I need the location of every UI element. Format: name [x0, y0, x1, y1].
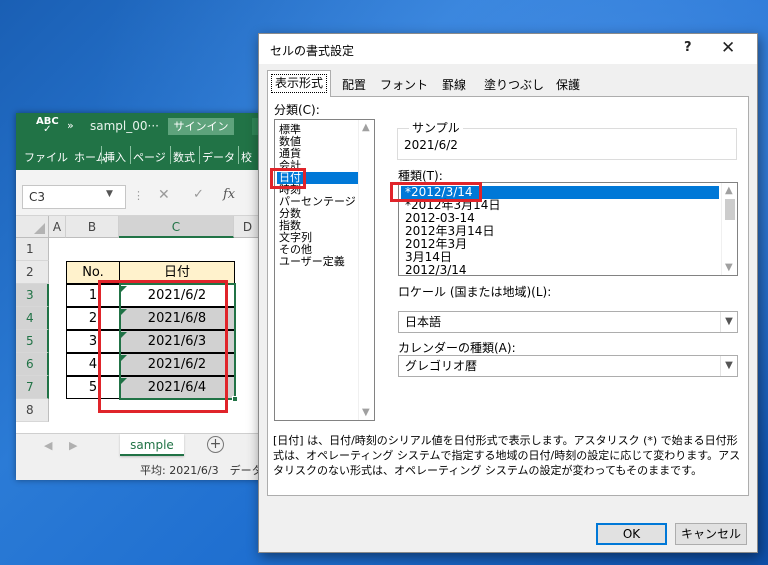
formula-bar-area: C3 ▼ ⋮ ✕ ✓ fx	[16, 170, 284, 216]
ribbon-divider	[199, 146, 200, 164]
locale-label: ロケール (国または地域)(L):	[398, 285, 552, 299]
select-all-corner[interactable]	[16, 216, 49, 238]
calendar-label: カレンダーの種類(A):	[398, 341, 516, 355]
excel-window: ABC ✓ » sampl_00··· サインイン ファイル ホーム 挿入 ページ…	[16, 113, 284, 480]
list-item[interactable]: 3月14日	[401, 251, 719, 264]
row-header-5[interactable]: 5	[16, 330, 49, 353]
tab-border[interactable]: 罫線	[437, 74, 471, 96]
insert-function-icon[interactable]: fx	[223, 187, 235, 202]
focus-rect	[271, 74, 327, 93]
category-list[interactable]: 標準 数値 通貨 会計 日付 時刻 パーセンテージ 分数 指数 文字列 その他 …	[270, 119, 375, 421]
file-name: sampl_00···	[90, 119, 159, 133]
ribbon-tabs: ファイル ホーム 挿入 ページ 数式 データ 校	[16, 140, 284, 170]
highlight-annotation	[98, 280, 228, 413]
calendar-value: グレゴリオ暦	[405, 359, 478, 373]
ribbon-divider	[170, 146, 171, 164]
tab-file[interactable]: ファイル	[24, 149, 68, 165]
spellcheck-icon[interactable]: ABC ✓	[36, 117, 59, 135]
row-header-3[interactable]: 3	[16, 284, 49, 307]
scroll-down-icon[interactable]: ▼	[362, 407, 370, 418]
scroll-up-icon[interactable]: ▲	[362, 122, 370, 133]
tab-formulas[interactable]: 数式	[173, 149, 195, 165]
ok-button[interactable]: OK	[596, 523, 667, 545]
chevron-down-icon[interactable]: ▼	[720, 312, 737, 332]
excel-title-bar: ABC ✓ » sampl_00··· サインイン	[16, 113, 284, 140]
tab-review[interactable]: 校	[241, 149, 252, 165]
tab-fill[interactable]: 塗りつぶし	[481, 74, 547, 96]
category-label: 分類(C):	[274, 103, 320, 117]
scroll-left-icon[interactable]: ◀	[44, 439, 52, 452]
column-header-c[interactable]: C	[119, 216, 234, 238]
dialog-title: セルの書式設定	[270, 44, 355, 58]
number-format-panel: 分類(C): 標準 数値 通貨 会計 日付 時刻 パーセンテージ 分数 指数 文…	[267, 96, 749, 496]
sample-label: サンプル	[409, 119, 463, 136]
tab-font[interactable]: フォント	[379, 74, 429, 96]
scroll-up-icon[interactable]: ▲	[725, 185, 733, 196]
highlight-annotation	[270, 168, 306, 189]
row-header-1[interactable]: 1	[16, 238, 49, 261]
format-description: [日付] は、日付/時刻のシリアル値を日付形式で表示します。アスタリスク (*)…	[273, 434, 741, 477]
cancel-button[interactable]: キャンセル	[675, 523, 747, 545]
fill-handle[interactable]	[232, 396, 238, 402]
tab-alignment[interactable]: 配置	[335, 74, 373, 96]
dialog-title-bar: セルの書式設定 ? ✕	[259, 34, 757, 64]
type-scrollbar[interactable]: ▲ ▼	[721, 183, 737, 275]
locale-value: 日本語	[405, 315, 442, 329]
formula-bar-grip-icon: ⋮	[133, 189, 144, 202]
list-item[interactable]: 2012/3/14	[401, 264, 719, 276]
row-header-6[interactable]: 6	[16, 353, 49, 376]
scroll-thumb[interactable]	[725, 199, 735, 220]
chevron-down-icon[interactable]: ▼	[106, 189, 113, 199]
tab-number-format[interactable]: 表示形式	[267, 70, 331, 97]
confirm-entry-icon[interactable]: ✓	[193, 187, 204, 202]
cancel-entry-icon[interactable]: ✕	[158, 187, 170, 203]
tab-page-layout[interactable]: ページ	[133, 149, 166, 165]
tab-insert[interactable]: 挿入	[104, 149, 126, 165]
scroll-down-icon[interactable]: ▼	[725, 262, 733, 273]
ribbon-divider	[238, 146, 239, 164]
chevron-down-icon[interactable]: ▼	[720, 356, 737, 376]
scroll-right-icon[interactable]: ▶	[69, 439, 77, 452]
column-header-b[interactable]: B	[66, 216, 119, 238]
row-header-2[interactable]: 2	[16, 261, 49, 284]
tab-protection[interactable]: 保護	[551, 74, 585, 96]
sheet-tab-sample[interactable]: sample	[120, 434, 184, 456]
category-scrollbar[interactable]: ▲ ▼	[358, 120, 374, 420]
ribbon-divider	[130, 146, 131, 164]
locale-select[interactable]: 日本語 ▼	[398, 311, 738, 333]
ribbon-divider	[101, 146, 102, 164]
add-sheet-icon[interactable]: +	[207, 436, 224, 453]
format-cells-dialog: セルの書式設定 ? ✕ 表示形式 配置 フォント 罫線 塗りつぶし 保護 分類(…	[258, 33, 758, 553]
row-header-7[interactable]: 7	[16, 376, 49, 399]
column-header-a[interactable]: A	[49, 216, 66, 238]
select-all-triangle-icon	[34, 223, 45, 234]
help-icon[interactable]: ?	[684, 40, 692, 55]
sample-value: 2021/6/2	[404, 138, 458, 152]
list-item[interactable]: ユーザー定義	[277, 256, 361, 268]
type-list[interactable]: *2012/3/14 *2012年3月14日 2012-03-14 2012年3…	[390, 182, 738, 276]
row-header-4[interactable]: 4	[16, 307, 49, 330]
row-header-8[interactable]: 8	[16, 399, 49, 422]
highlight-annotation	[390, 182, 482, 202]
status-bar: 平均: 2021/6/3 データの個	[16, 459, 284, 480]
signin-button[interactable]: サインイン	[168, 118, 234, 135]
sheet-tab-bar: ◀ ▶ sample +	[16, 433, 284, 459]
close-icon[interactable]: ✕	[721, 38, 735, 58]
tab-data[interactable]: データ	[202, 149, 235, 165]
calendar-select[interactable]: グレゴリオ暦 ▼	[398, 355, 738, 377]
quick-access-more-icon[interactable]: »	[67, 119, 74, 132]
